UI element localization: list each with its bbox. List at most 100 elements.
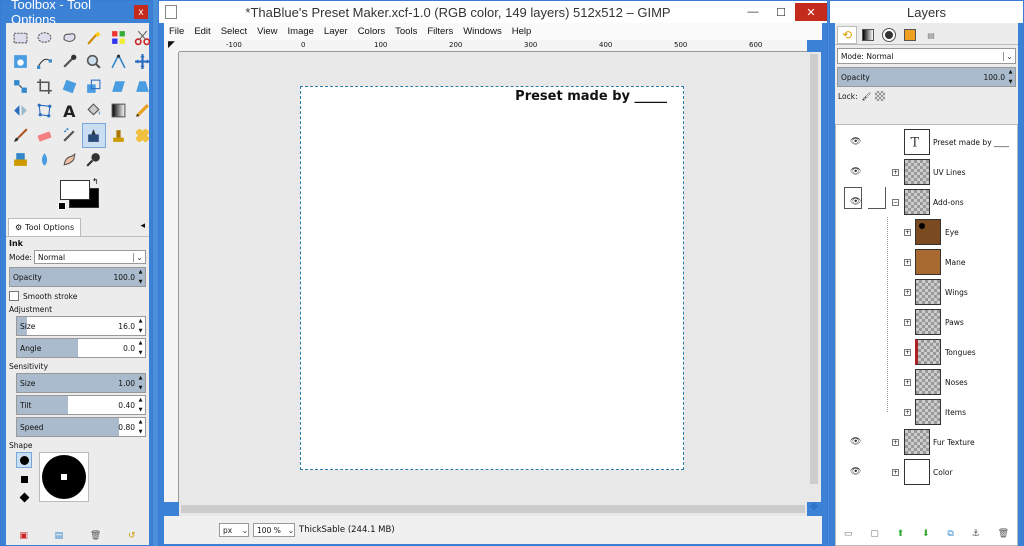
- shear-tool-icon[interactable]: [106, 74, 131, 99]
- crop-tool-icon[interactable]: [33, 74, 58, 99]
- tab-menu-icon[interactable]: ◂: [140, 221, 145, 231]
- minimize-button[interactable]: —: [739, 3, 767, 21]
- spin-arrows-icon[interactable]: ▲ ▼: [137, 419, 144, 435]
- duplicate-layer-icon[interactable]: ⧉: [947, 529, 953, 539]
- scissors-tool-icon[interactable]: [131, 25, 156, 50]
- spin-arrows-icon[interactable]: ▲ ▼: [1007, 69, 1014, 85]
- shape-editor[interactable]: [39, 452, 89, 502]
- perspective-tool-icon[interactable]: [131, 74, 156, 99]
- dodge-burn-tool-icon[interactable]: [82, 148, 107, 173]
- menu-colors[interactable]: Colors: [353, 26, 390, 37]
- eye-icon[interactable]: 👁: [850, 437, 861, 447]
- toolbox-close-button[interactable]: x: [134, 5, 148, 19]
- ellipse-select-tool-icon[interactable]: [33, 25, 58, 50]
- free-select-tool-icon[interactable]: [57, 25, 82, 50]
- mode-select[interactable]: Normal ⌄: [33, 250, 146, 264]
- new-group-icon[interactable]: ▢: [870, 529, 879, 539]
- cage-transform-tool-icon[interactable]: [33, 99, 58, 124]
- spin-arrows-icon[interactable]: ▲ ▼: [137, 340, 144, 356]
- menu-select[interactable]: Select: [216, 26, 252, 37]
- smooth-stroke-checkbox[interactable]: [9, 291, 19, 301]
- zoom-select[interactable]: 100 % ⌄: [253, 523, 295, 537]
- layer-row[interactable]: 👁 T Preset made by ____: [844, 127, 1023, 157]
- speed-slider[interactable]: Speed 0.80 ▲ ▼: [16, 417, 146, 437]
- anchor-layer-icon[interactable]: ⚓: [972, 529, 980, 539]
- perspective-clone-tool-icon[interactable]: [8, 148, 33, 173]
- expand-icon[interactable]: +: [904, 258, 911, 266]
- angle-slider[interactable]: Angle 0.0 ▲ ▼: [16, 338, 146, 358]
- eye-icon[interactable]: 👁: [850, 137, 861, 147]
- spin-arrows-icon[interactable]: ▲ ▼: [137, 375, 144, 391]
- tab-paths[interactable]: [879, 26, 899, 44]
- fuzzy-select-tool-icon[interactable]: [82, 25, 107, 50]
- eye-icon[interactable]: 👁: [850, 167, 861, 177]
- move-tool-icon[interactable]: [131, 50, 156, 75]
- save-options-icon[interactable]: ▣: [19, 531, 28, 541]
- delete-layer-icon[interactable]: 🗑: [998, 529, 1009, 539]
- horizontal-scrollbar[interactable]: [179, 502, 807, 516]
- menu-help[interactable]: Help: [507, 26, 537, 37]
- chain-toggle[interactable]: [868, 187, 886, 209]
- canvas-area[interactable]: Preset made by _____: [179, 52, 809, 502]
- layer-row[interactable]: + Paws: [844, 307, 1023, 337]
- paintbrush-tool-icon[interactable]: [8, 123, 33, 148]
- airbrush-tool-icon[interactable]: [57, 123, 82, 148]
- lock-pixels-icon[interactable]: 🖌: [862, 92, 872, 101]
- vertical-scroll-thumb[interactable]: [810, 54, 818, 484]
- blend-tool-icon[interactable]: [106, 99, 131, 124]
- zoom-tool-icon[interactable]: [82, 50, 107, 75]
- restore-options-icon[interactable]: ▤: [55, 531, 64, 541]
- opacity-slider[interactable]: Opacity 100.0 ▲ ▼: [9, 267, 146, 287]
- delete-options-icon[interactable]: 🗑: [90, 531, 101, 541]
- tab-undo[interactable]: ▤: [921, 26, 941, 44]
- ruler-corner-icon[interactable]: ◤: [164, 40, 179, 52]
- layer-row[interactable]: + Mane: [844, 247, 1023, 277]
- ink-tool-icon[interactable]: [81, 123, 106, 148]
- eye-icon[interactable]: 👁: [850, 467, 861, 477]
- lower-layer-icon[interactable]: ⬇: [922, 529, 930, 539]
- default-colors-icon[interactable]: [58, 202, 66, 210]
- adjustment-size-slider[interactable]: Size 16.0 ▲ ▼: [16, 316, 146, 336]
- navigate-icon[interactable]: ✥: [807, 502, 821, 516]
- expand-icon[interactable]: +: [892, 438, 899, 446]
- expand-icon[interactable]: +: [904, 348, 911, 356]
- image-canvas[interactable]: Preset made by _____: [300, 86, 684, 470]
- color-picker-tool-icon[interactable]: [57, 50, 82, 75]
- measure-tool-icon[interactable]: [106, 50, 131, 75]
- foreground-color-swatch[interactable]: [60, 180, 90, 200]
- spin-arrows-icon[interactable]: ▲ ▼: [137, 269, 144, 285]
- shape-square-button[interactable]: [16, 471, 32, 487]
- shape-diamond-button[interactable]: [16, 489, 32, 505]
- tab-channels[interactable]: [858, 26, 878, 44]
- expand-icon[interactable]: +: [904, 318, 911, 326]
- tab-colormap[interactable]: [900, 26, 920, 44]
- bucket-fill-tool-icon[interactable]: [82, 99, 107, 124]
- layer-row[interactable]: 👁 − Add-ons: [844, 187, 1023, 217]
- expand-icon[interactable]: +: [904, 378, 911, 386]
- lock-alpha-icon[interactable]: [875, 91, 886, 101]
- rect-select-tool-icon[interactable]: [8, 25, 33, 50]
- scale-tool-icon[interactable]: [82, 74, 107, 99]
- align-tool-icon[interactable]: [8, 74, 33, 99]
- swap-colors-icon[interactable]: ↰: [92, 177, 99, 186]
- vertical-scrollbar[interactable]: [807, 52, 821, 502]
- close-button[interactable]: ✕: [795, 3, 827, 21]
- layer-mode-select[interactable]: Mode: Normal ⌄: [837, 48, 1016, 64]
- menu-windows[interactable]: Windows: [458, 26, 507, 37]
- collapse-icon[interactable]: −: [892, 198, 899, 206]
- rotate-tool-icon[interactable]: [57, 74, 82, 99]
- eye-icon[interactable]: 👁: [850, 197, 861, 207]
- layer-row[interactable]: 👁 + Color: [844, 457, 1023, 487]
- layer-row[interactable]: 👁 + Fur Texture: [844, 427, 1023, 457]
- layer-row[interactable]: 👁 + UV Lines: [844, 157, 1023, 187]
- menu-tools[interactable]: Tools: [390, 26, 422, 37]
- horizontal-ruler[interactable]: -100 0 100 200 300 400 500 600: [179, 40, 807, 52]
- text-tool-icon[interactable]: A: [57, 99, 82, 124]
- expand-icon[interactable]: +: [904, 288, 911, 296]
- heal-tool-icon[interactable]: [131, 123, 156, 148]
- menu-view[interactable]: View: [252, 26, 282, 37]
- shape-circle-button[interactable]: [16, 452, 32, 468]
- layer-row[interactable]: + Wings: [844, 277, 1023, 307]
- pencil-tool-icon[interactable]: [131, 99, 156, 124]
- sensitivity-size-slider[interactable]: Size 1.00 ▲ ▼: [16, 373, 146, 393]
